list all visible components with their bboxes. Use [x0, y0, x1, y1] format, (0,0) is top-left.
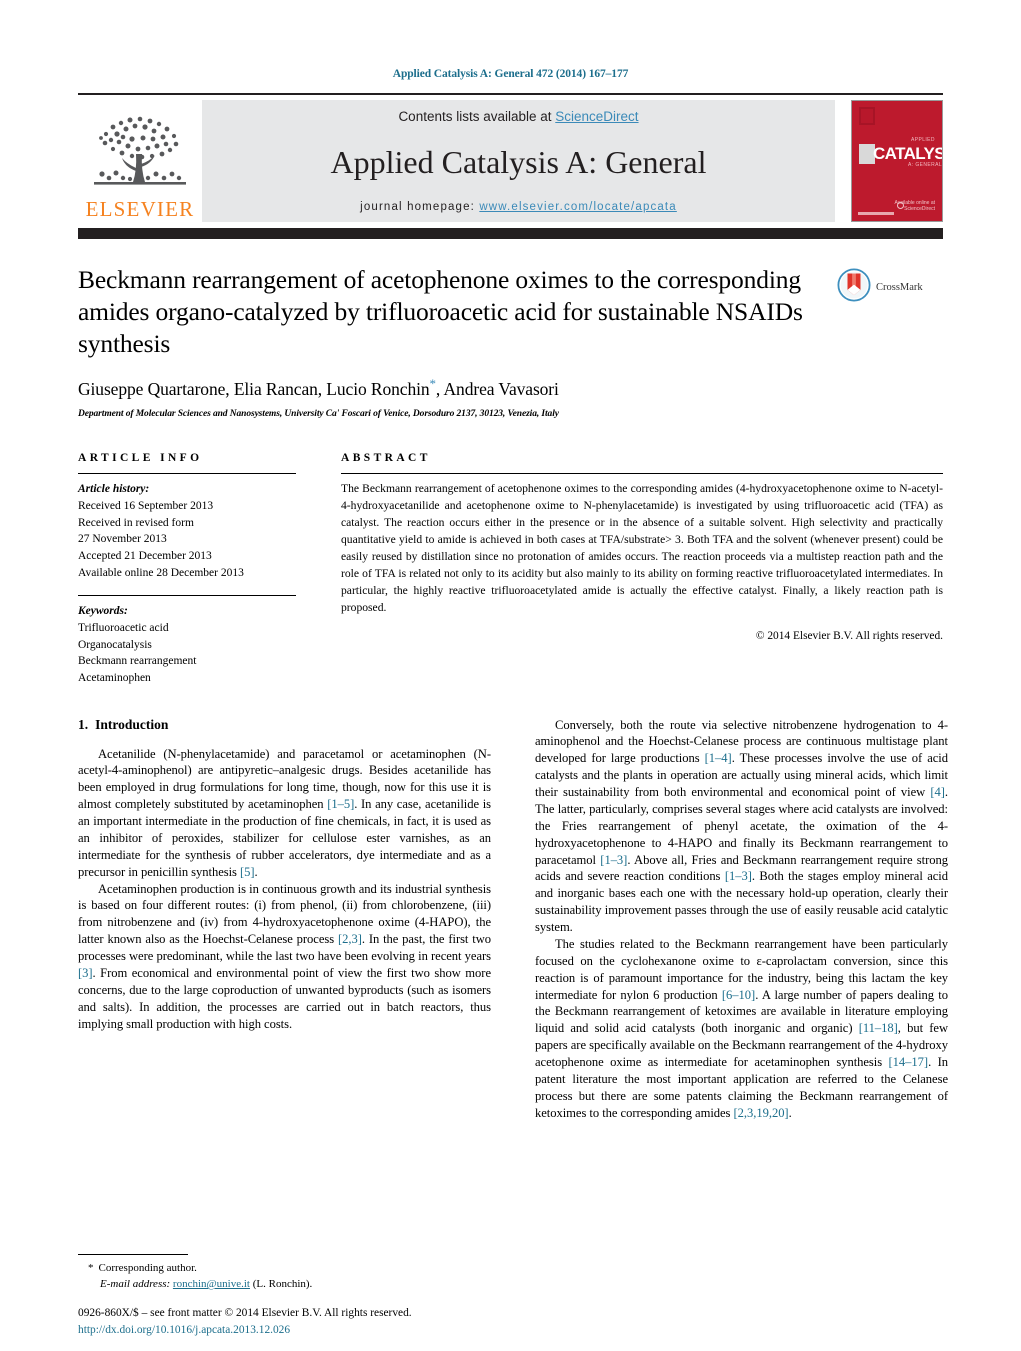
authors-text: Giuseppe Quartarone, Elia Rancan, Lucio …	[78, 379, 430, 400]
article-info-rule	[78, 473, 296, 475]
article-info-heading: ARTICLE INFO	[78, 452, 203, 465]
footnote-rule	[78, 1254, 188, 1256]
body-column-right: Conversely, both the route via selective…	[535, 717, 948, 1122]
abstract-column: ABSTRACT The Beckmann rearrangement of a…	[318, 452, 943, 686]
cover-brand-text: CATALYSIS	[873, 144, 942, 163]
author-list: Giuseppe Quartarone, Elia Rancan, Lucio …	[78, 376, 943, 400]
masthead-dark-bar	[78, 228, 943, 239]
crossmark-badge[interactable]: CrossMark	[837, 268, 943, 307]
paragraph: Acetaminophen production is in continuou…	[78, 881, 491, 1031]
sciencedirect-link[interactable]: ScienceDirect	[555, 109, 638, 124]
article-info-column: ARTICLE INFO Article history: Received 1…	[78, 452, 318, 686]
section-number: 1.	[78, 716, 89, 732]
abstract-rule	[341, 473, 943, 475]
issn-doi-block: 0926-860X/$ – see front matter © 2014 El…	[78, 1305, 538, 1339]
body-columns: 1. Introduction Acetanilide (N-phenylacet…	[78, 717, 948, 1122]
section-heading-introduction: 1. Introduction	[78, 717, 491, 733]
email-note: E-mail address: ronchin@unive.it (L. Ron…	[78, 1277, 491, 1293]
page-title: Beckmann rearrangement of acetophenone o…	[78, 265, 803, 359]
paragraph: The studies related to the Beckmann rear…	[535, 936, 948, 1120]
authors-text-tail: , Andrea Vavasori	[435, 379, 559, 400]
article-history-label: Article history:	[78, 483, 150, 496]
affiliation: Department of Molecular Sciences and Nan…	[78, 409, 559, 420]
paragraph: Acetanilide (N-phenylacetamide) and para…	[78, 746, 492, 879]
journal-homepage-line: journal homepage: www.elsevier.com/locat…	[360, 201, 677, 213]
footnote-star: *	[88, 1262, 94, 1275]
keywords-label: Keywords:	[78, 605, 128, 618]
homepage-prefix: journal homepage:	[360, 201, 480, 213]
corresponding-author-note: * Corresponding author.	[78, 1261, 491, 1277]
issn-front-matter: 0926-860X/$ – see front matter © 2014 El…	[78, 1306, 412, 1319]
elsevier-tree-logo	[86, 112, 194, 198]
email-link[interactable]: ronchin@unive.it	[173, 1278, 250, 1290]
article-history-item: Accepted 21 December 2013	[78, 549, 212, 562]
keywords-rule	[78, 595, 296, 597]
elsevier-wordmark: ELSEVIER	[85, 197, 195, 221]
keyword-item: Trifluoroacetic acid	[78, 621, 169, 634]
publisher-logo: ELSEVIER	[78, 100, 202, 222]
running-head: Applied Catalysis A: General 472 (2014) …	[392, 68, 629, 80]
cover-footer-note: Available online at ScienceDirect	[894, 199, 936, 213]
keyword-item: Beckmann rearrangement	[78, 655, 197, 668]
journal-homepage-link[interactable]: www.elsevier.com/locate/apcata	[479, 201, 677, 213]
title-block: Beckmann rearrangement of acetophenone o…	[78, 264, 943, 419]
journal-masthead: ELSEVIER Contents lists available at Sci…	[78, 93, 943, 222]
cover-top-label: APPLIED	[911, 137, 935, 143]
abstract-heading: ABSTRACT	[341, 452, 431, 465]
email-label: E-mail address:	[100, 1278, 171, 1291]
body-column-left: 1. Introduction Acetanilide (N-phenylacet…	[78, 717, 491, 1122]
cover-elsevier-mark	[859, 107, 875, 125]
contents-prefix: Contents lists available at	[398, 109, 556, 124]
crossmark-label: CrossMark	[876, 282, 923, 293]
journal-band: Contents lists available at ScienceDirec…	[202, 100, 835, 222]
abstract-text: The Beckmann rearrangement of acetopheno…	[341, 482, 943, 614]
cover-footer-rule	[858, 212, 894, 215]
keyword-item: Acetaminophen	[78, 671, 151, 684]
paper-page: Applied Catalysis A: General 472 (2014) …	[0, 0, 1021, 1351]
keyword-item: Organocatalysis	[78, 638, 152, 651]
contents-available-line: Contents lists available at ScienceDirec…	[398, 109, 638, 124]
footnote-block: * Corresponding author. E-mail address: r…	[78, 1254, 491, 1293]
journal-cover-thumbnail[interactable]: CATALYSIS APPLIED A: GENERAL Available o…	[851, 100, 943, 222]
info-abstract-region: ARTICLE INFO Article history: Received 1…	[78, 452, 943, 686]
cover-bottom-label: A: GENERAL	[908, 162, 943, 168]
section-title: Introduction	[95, 716, 169, 732]
doi-link[interactable]: http://dx.doi.org/10.1016/j.apcata.2013.…	[78, 1322, 538, 1339]
abstract-copyright: © 2014 Elsevier B.V. All rights reserved…	[755, 629, 943, 642]
corresponding-author-text: Corresponding author.	[98, 1262, 197, 1275]
article-history-item: Available online 28 December 2013	[78, 566, 244, 579]
journal-title: Applied Catalysis A: General	[330, 143, 707, 180]
article-history-item: Received 16 September 2013	[78, 499, 214, 512]
crossmark-icon	[837, 268, 871, 307]
article-history-item: Received in revised form	[78, 516, 194, 529]
article-history-item: 27 November 2013	[78, 533, 167, 546]
email-owner: (L. Ronchin).	[252, 1278, 313, 1291]
paragraph: Conversely, both the route via selective…	[535, 717, 949, 935]
